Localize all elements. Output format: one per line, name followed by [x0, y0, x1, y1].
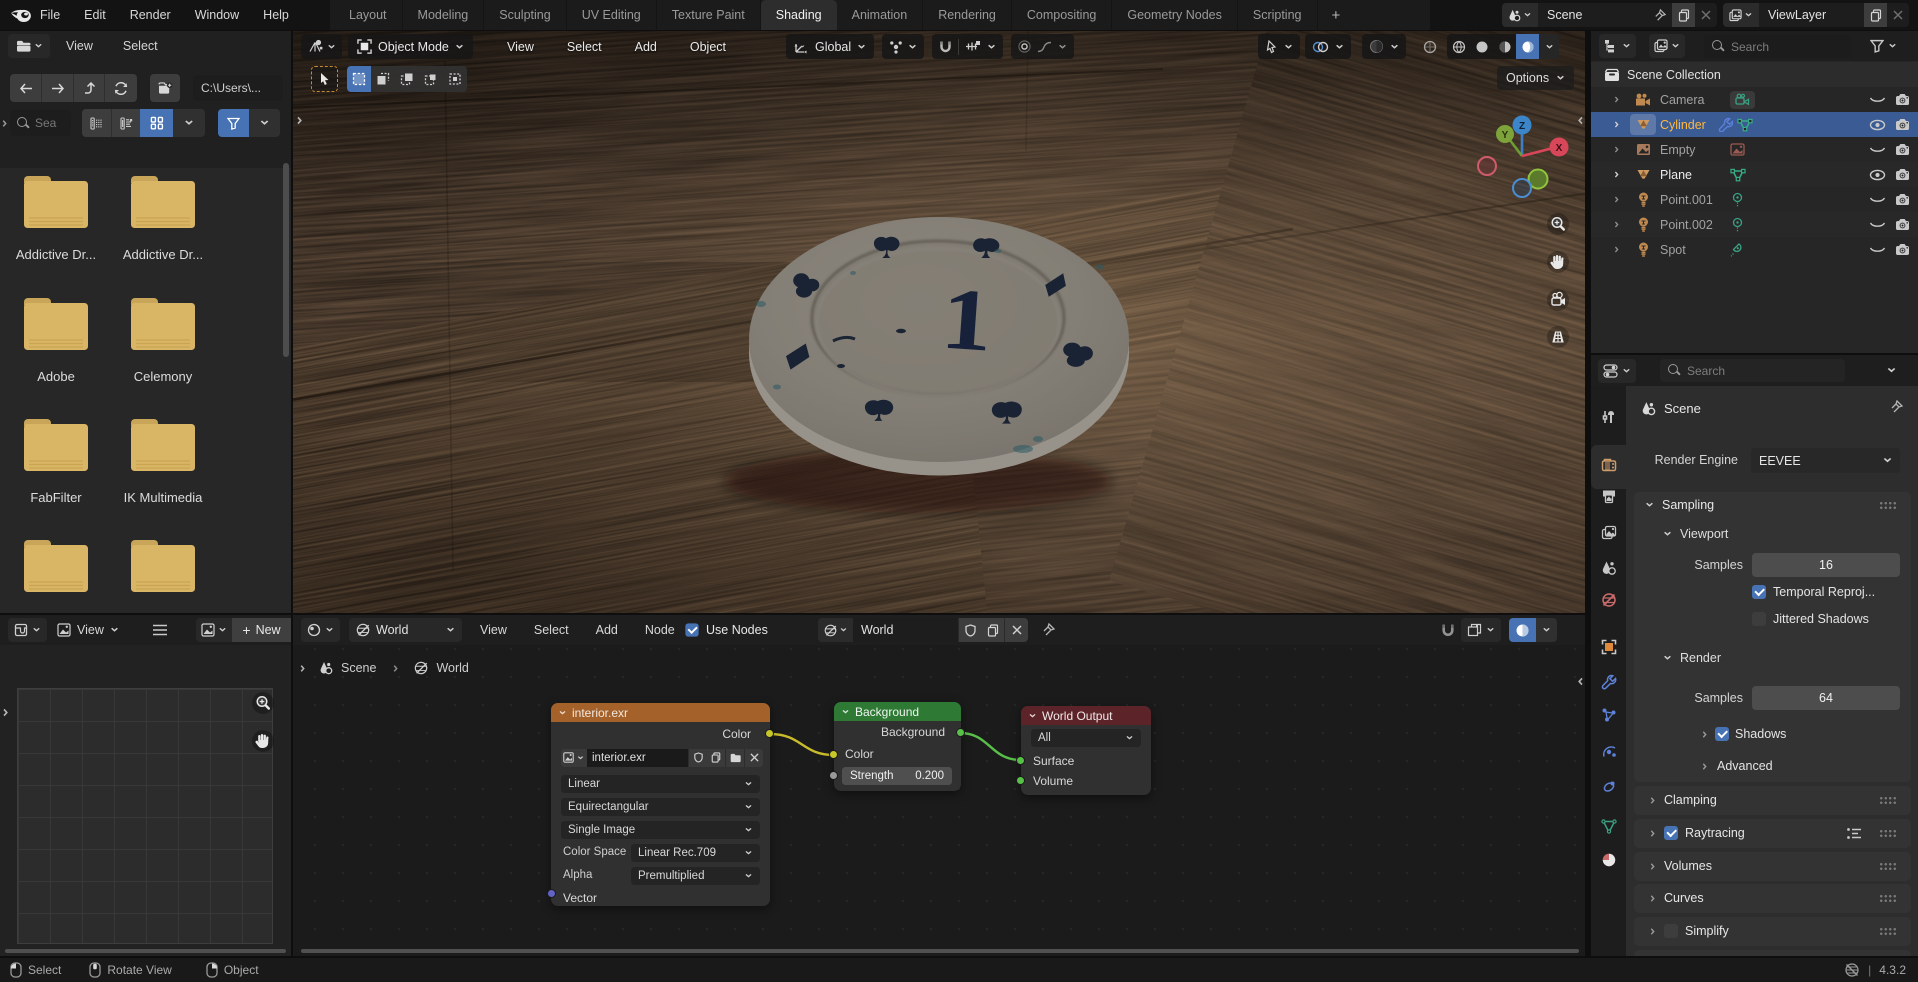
svg-text:Y: Y — [1502, 130, 1509, 141]
svg-text:1: 1 — [938, 269, 995, 370]
svg-text:X: X — [1556, 143, 1563, 154]
svg-text:Z: Z — [1519, 121, 1525, 132]
